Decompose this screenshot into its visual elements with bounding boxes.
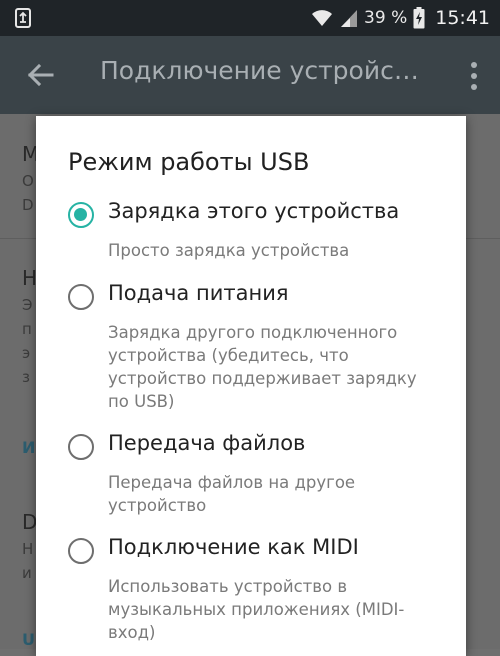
bg-text: и xyxy=(22,564,32,582)
option-description: Передача файлов на другое устройство xyxy=(108,473,356,515)
option-description: Зарядка другого подключенного устройства… xyxy=(108,323,417,411)
option-description: Просто зарядка устройства xyxy=(108,241,350,260)
option-label: Зарядка этого устройства xyxy=(108,199,400,223)
usb-notification-icon xyxy=(15,8,31,28)
signal-icon xyxy=(341,10,358,27)
back-arrow-icon[interactable] xyxy=(24,58,58,92)
battery-percent: 39 % xyxy=(364,8,408,28)
bg-text: D xyxy=(22,196,34,214)
battery-charging-icon xyxy=(413,7,425,29)
option-label: Подключение как MIDI xyxy=(108,535,359,559)
bg-text: H xyxy=(22,266,38,290)
radio-button-checked[interactable] xyxy=(68,202,94,228)
radio-button[interactable] xyxy=(68,538,94,564)
dialog-title: Режим работы USB xyxy=(68,148,310,176)
option-label: Подача питания xyxy=(108,281,289,305)
more-options-icon[interactable] xyxy=(470,61,478,91)
bg-text: э xyxy=(22,344,31,362)
bg-section-header: U xyxy=(22,630,35,649)
bg-text: H xyxy=(22,540,34,558)
wifi-icon xyxy=(312,10,333,26)
clock: 15:41 xyxy=(435,7,490,29)
option-label: Передача файлов xyxy=(108,431,306,455)
bg-text: п xyxy=(22,320,32,338)
usb-mode-dialog: Режим работы USB Зарядка этого устройств… xyxy=(36,116,466,656)
app-bar: Подключение устройст… xyxy=(0,36,500,114)
page-title: Подключение устройст… xyxy=(100,56,430,85)
bg-text: O xyxy=(22,172,34,190)
option-description: Использовать устройство в музыкальных пр… xyxy=(108,577,405,642)
radio-button[interactable] xyxy=(68,284,94,310)
bg-text: Э xyxy=(22,296,33,314)
bg-section-header: И xyxy=(22,438,36,457)
bg-text: з xyxy=(22,368,30,386)
radio-button[interactable] xyxy=(68,434,94,460)
status-bar: 39 % 15:41 xyxy=(0,0,500,36)
